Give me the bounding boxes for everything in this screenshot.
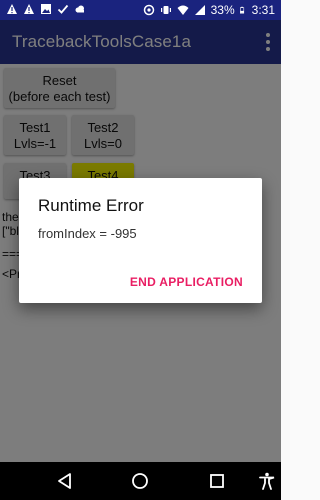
- notification-icons: [6, 3, 86, 15]
- alert-icon: [7, 4, 17, 14]
- image-icon: [41, 4, 51, 14]
- vibrate-icon: [160, 6, 171, 14]
- cloud-icon: [75, 5, 84, 13]
- navigation-bar: [0, 462, 281, 500]
- signal-icon: [194, 5, 205, 15]
- system-icons: 33% 3:31: [143, 3, 275, 17]
- accessibility-icon[interactable]: [258, 472, 276, 490]
- battery-percent: 33%: [210, 3, 235, 17]
- dialog-title: Runtime Error: [38, 196, 144, 215]
- wifi-icon: [177, 5, 189, 15]
- clock: 3:31: [251, 3, 275, 17]
- status-bar: 33% 3:31: [0, 0, 281, 20]
- location-icon: [143, 4, 154, 16]
- back-icon[interactable]: [56, 472, 74, 490]
- recents-icon[interactable]: [208, 472, 226, 490]
- runtime-error-dialog: Runtime Error fromIndex = -995 END APPLI…: [19, 178, 262, 303]
- battery-icon: [239, 6, 244, 14]
- home-icon[interactable]: [131, 472, 149, 490]
- check-icon: [57, 4, 69, 14]
- alert-icon: [24, 4, 34, 14]
- dialog-message: fromIndex = -995: [38, 226, 137, 241]
- end-application-button[interactable]: END APPLICATION: [130, 275, 243, 289]
